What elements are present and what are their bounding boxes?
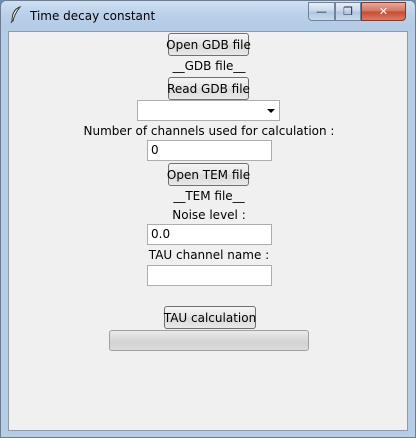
window-title: Time decay constant	[30, 9, 156, 23]
open-gdb-label: Open GDB file	[166, 37, 251, 52]
tau-channel-label: TAU channel name :	[148, 248, 270, 262]
maximize-button[interactable]: ❐	[335, 2, 361, 21]
read-gdb-button[interactable]: Read GDB file	[167, 77, 250, 100]
channels-input[interactable]: 0	[147, 140, 272, 161]
open-tem-label: Open TEM file	[166, 167, 251, 182]
tau-calculation-button[interactable]: TAU calculation	[164, 306, 256, 329]
channels-label: Number of channels used for calculation …	[83, 124, 335, 138]
dropdown-arrow-icon[interactable]	[267, 109, 275, 113]
close-button[interactable]: ✕	[361, 2, 406, 21]
minimize-button[interactable]: —	[308, 2, 335, 21]
main-panel: Open GDB file __GDB file__ Read GDB file…	[8, 31, 408, 431]
gdb-file-label: __GDB file__	[172, 59, 246, 73]
tau-calculation-label: TAU calculation	[163, 310, 257, 325]
read-gdb-label: Read GDB file	[167, 81, 250, 96]
tau-channel-input[interactable]	[147, 265, 272, 286]
gdb-select[interactable]	[137, 100, 280, 121]
title-bar[interactable]: Time decay constant — ❐ ✕	[1, 1, 415, 31]
noise-label: Noise level :	[172, 208, 246, 222]
noise-input[interactable]: 0.0	[147, 224, 272, 245]
open-gdb-button[interactable]: Open GDB file	[166, 33, 251, 56]
tem-file-label: __TEM file__	[173, 189, 245, 203]
progress-bar	[109, 330, 309, 351]
close-icon: ✕	[378, 5, 389, 18]
maximize-icon: ❐	[343, 5, 353, 18]
open-tem-button[interactable]: Open TEM file	[166, 163, 251, 186]
app-window: Time decay constant — ❐ ✕ Open GDB file …	[0, 0, 416, 438]
feather-icon	[9, 5, 23, 24]
minimize-icon: —	[316, 5, 327, 18]
